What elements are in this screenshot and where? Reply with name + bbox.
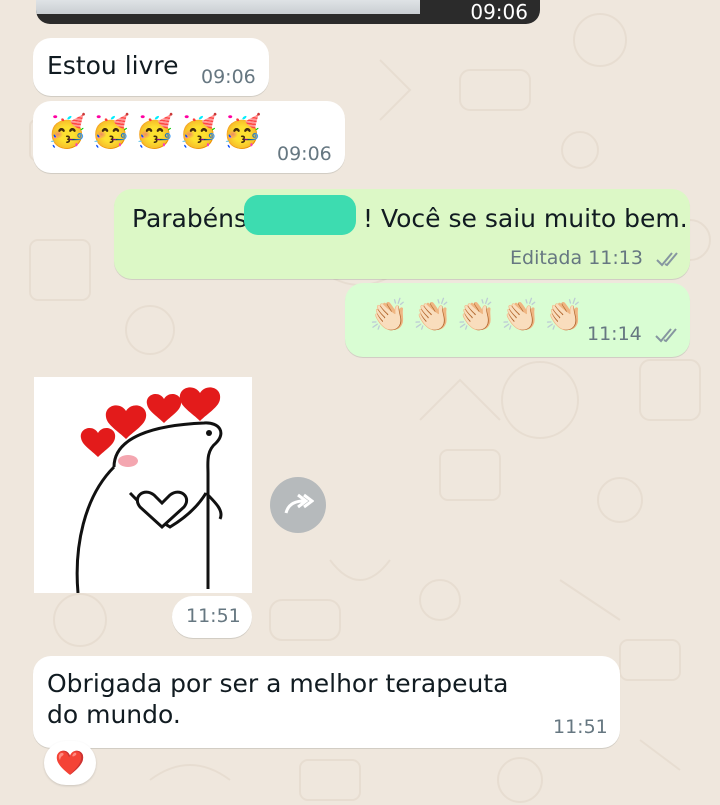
message-meta: Editada 11:13 <box>510 247 683 269</box>
incoming-message[interactable]: Obrigada por ser a melhor terapeuta do m… <box>33 656 620 748</box>
flork-heart-sticker[interactable] <box>34 377 252 594</box>
party-face-emoji: 🥳 <box>222 112 263 150</box>
double-check-icon <box>655 327 677 342</box>
forward-button[interactable] <box>270 477 326 533</box>
message-meta: 11:14 <box>587 323 682 345</box>
message-text: Obrigada por ser a melhor terapeuta do m… <box>47 669 509 729</box>
message-time: 09:06 <box>277 143 332 165</box>
message-text: Parabéns ! Você se saiu muito bem. <box>132 203 688 234</box>
media-message-image[interactable]: 09:06 <box>36 0 540 24</box>
incoming-message[interactable]: 🥳 🥳 🥳 🥳 🥳 09:06 <box>33 101 345 173</box>
double-check-icon <box>656 251 678 266</box>
party-face-emoji: 🥳 <box>178 112 219 150</box>
outgoing-message[interactable]: Parabéns ! Você se saiu muito bem. Editad… <box>114 189 690 279</box>
emoji-row: 🥳 🥳 🥳 🥳 🥳 <box>47 111 262 151</box>
message-time: 09:06 <box>470 0 528 24</box>
heart-reaction-emoji: ❤️ <box>55 749 85 777</box>
message-text-start: Parabéns <box>132 204 247 233</box>
edited-label: Editada <box>510 247 583 269</box>
incoming-message[interactable]: Estou livre 09:06 <box>33 38 269 96</box>
sticker-drawing <box>75 387 223 594</box>
party-face-emoji: 🥳 <box>47 112 87 150</box>
clapping-hands-emoji: 👏🏻 <box>369 296 409 334</box>
message-time: 11:14 <box>587 323 642 345</box>
clapping-hands-emoji: 👏🏻 <box>456 296 497 334</box>
message-time: 11:13 <box>588 247 643 269</box>
clapping-hands-emoji: 👏🏻 <box>544 296 585 334</box>
forward-icon <box>284 493 314 514</box>
sticker-time-pill: 11:51 <box>172 596 252 638</box>
message-reaction[interactable]: ❤️ <box>44 741 96 785</box>
clapping-hands-emoji: 👏🏻 <box>500 296 541 334</box>
message-time: 11:51 <box>553 716 608 738</box>
clapping-hands-emoji: 👏🏻 <box>412 296 453 334</box>
party-face-emoji: 🥳 <box>90 112 131 150</box>
outgoing-message[interactable]: 👏🏻 👏🏻 👏🏻 👏🏻 👏🏻 11:14 <box>345 283 690 357</box>
message-time: 11:51 <box>186 605 241 627</box>
media-preview <box>36 0 420 14</box>
message-time: 09:06 <box>201 66 256 88</box>
message-text: Estou livre <box>47 51 179 80</box>
redacted-name-scribble <box>244 195 356 235</box>
party-face-emoji: 🥳 <box>134 112 175 150</box>
message-text-end: ! Você se saiu muito bem. <box>363 204 688 233</box>
emoji-row: 👏🏻 👏🏻 👏🏻 👏🏻 👏🏻 <box>369 295 584 335</box>
